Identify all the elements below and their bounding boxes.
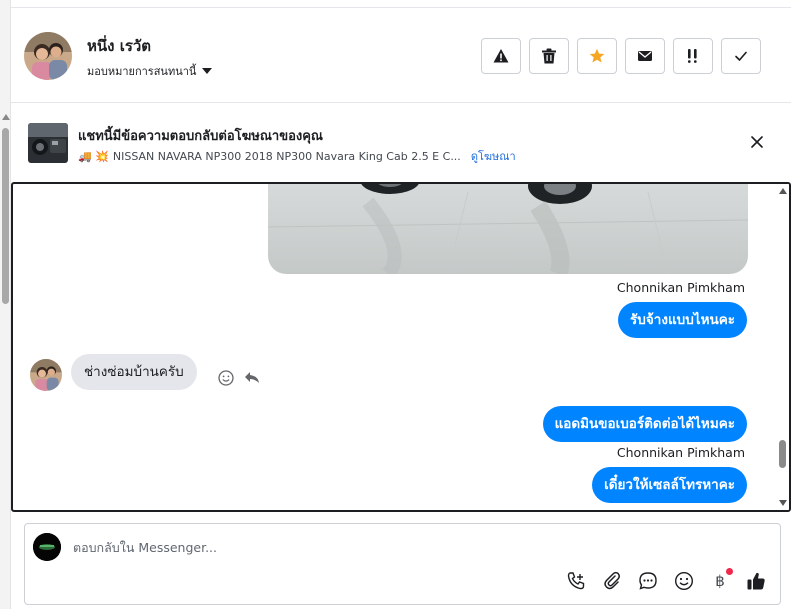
message-composer: ฿ <box>24 523 781 605</box>
phone-plus-icon <box>567 572 585 590</box>
composer-toolbar: ฿ <box>565 568 767 592</box>
ad-emoji: 🚚 💥 <box>78 149 109 163</box>
scroll-up-arrow-icon[interactable] <box>779 188 787 194</box>
page-scrollbar[interactable] <box>0 0 11 609</box>
ad-text: NISSAN NAVARA NP300 2018 NP300 Navara Ki… <box>112 149 461 163</box>
conversation-actions <box>481 38 761 74</box>
star-icon <box>589 48 605 63</box>
envelope-icon <box>638 51 652 61</box>
smiley-icon <box>674 571 694 591</box>
page-avatar <box>33 533 61 561</box>
ad-banner-title: แชทนี้มีข้อความตอบกลับต่อโฆษณาของคุณ <box>78 129 323 144</box>
emoji-button[interactable] <box>673 570 695 592</box>
checkmark-icon <box>735 51 747 61</box>
contact-name: หนึ่ง เรวัต <box>87 37 152 55</box>
ad-description: 🚚 💥 NISSAN NAVARA NP300 2018 NP300 Navar… <box>78 147 516 165</box>
scroll-down-arrow-icon[interactable] <box>779 500 787 506</box>
outgoing-message[interactable]: เดี๋ยวให้เซลล์โทรหาคะ <box>592 467 747 503</box>
conversation-header: หนึ่ง เรวัต มอบหมายการสนทนานี้ <box>11 8 791 103</box>
message-thread[interactable]: Chonnikan Pimkham รับจ้างแบบไหนคะ ช่างซ่… <box>11 182 791 512</box>
thread-scrollbar[interactable] <box>777 184 789 510</box>
baht-icon: ฿ <box>715 572 725 590</box>
incoming-message[interactable]: ช่างซ่อมบ้านครับ <box>71 354 197 390</box>
reply-arrow-icon <box>245 372 259 383</box>
warning-icon <box>493 49 509 63</box>
outgoing-message[interactable]: แอดมินขอเบอร์ติดต่อได้ไหมคะ <box>542 406 747 442</box>
report-spam-button[interactable] <box>481 38 521 74</box>
delete-button[interactable] <box>529 38 569 74</box>
assign-label: มอบหมายการสนทนานี้ <box>87 65 197 78</box>
trash-icon <box>542 48 556 64</box>
chat-bubble-icon <box>639 572 657 590</box>
sender-name: Chonnikan Pimkham <box>616 445 745 460</box>
thumbs-up-icon <box>747 572 765 590</box>
thread-scrollbar-thumb[interactable] <box>779 440 786 468</box>
like-button[interactable] <box>745 570 767 592</box>
mark-unread-button[interactable] <box>625 38 665 74</box>
saved-replies-button[interactable] <box>637 570 659 592</box>
follow-up-button[interactable] <box>673 38 713 74</box>
payment-button[interactable]: ฿ <box>709 568 733 592</box>
message-actions <box>217 369 261 387</box>
close-banner-button[interactable] <box>747 132 767 152</box>
smiley-icon <box>218 370 234 386</box>
paperclip-icon <box>604 571 620 590</box>
chevron-down-icon <box>202 68 213 74</box>
close-icon <box>751 136 763 148</box>
ad-thumbnail[interactable] <box>28 123 68 163</box>
call-button[interactable] <box>565 570 587 592</box>
ad-reply-banner: แชทนี้มีข้อความตอบกลับต่อโฆษณาของคุณ 🚚 💥… <box>11 104 791 182</box>
star-button[interactable] <box>577 38 617 74</box>
reply-button[interactable] <box>243 369 261 387</box>
sender-name: Chonnikan Pimkham <box>616 280 745 295</box>
flag-important-icon <box>688 49 697 63</box>
page-scrollbar-thumb[interactable] <box>2 128 9 304</box>
react-button[interactable] <box>217 369 235 387</box>
reply-input[interactable] <box>73 534 713 560</box>
view-ad-link[interactable]: ดูโฆษณา <box>471 147 516 165</box>
outgoing-message[interactable]: รับจ้างแบบไหนคะ <box>618 302 747 338</box>
avatar[interactable] <box>24 32 72 80</box>
shared-photo[interactable] <box>268 184 748 274</box>
assign-conversation-dropdown[interactable]: มอบหมายการสนทนานี้ <box>87 62 213 80</box>
mark-done-button[interactable] <box>721 38 761 74</box>
avatar[interactable] <box>30 359 62 391</box>
notification-dot <box>726 568 733 575</box>
scroll-up-arrow-icon[interactable] <box>2 114 10 120</box>
attach-button[interactable] <box>601 570 623 592</box>
